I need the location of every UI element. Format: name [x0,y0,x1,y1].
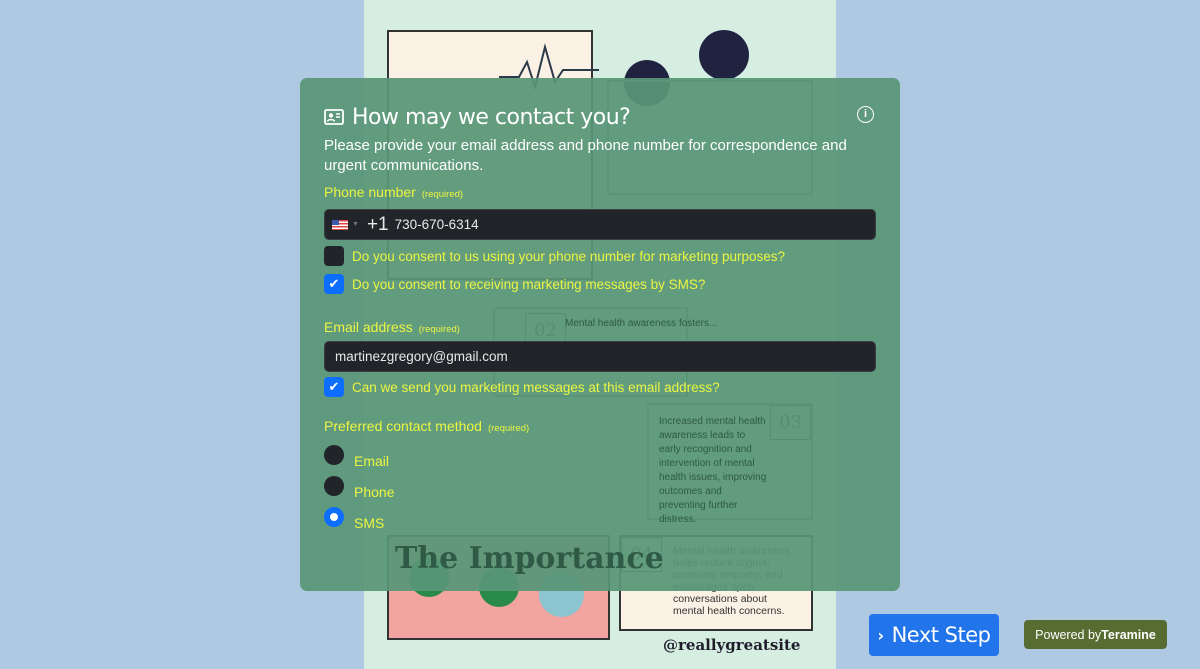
phone-input[interactable]: ▼ +1 730-670-6314 [324,209,876,240]
modal-title: How may we contact you? [352,104,631,130]
poster-handle: @reallygreatsite [663,636,801,654]
poster-item-text: Mental health awareness fosters... [565,318,718,329]
chevron-right-icon: › [877,625,884,645]
sms-consent-checkbox[interactable]: ✔ Do you consent to receiving marketing m… [324,271,876,297]
modal-description: Please provide your email address and ph… [324,137,847,174]
next-step-button[interactable]: › Next Step [869,614,999,656]
phone-label: Phone number (required) [324,184,464,200]
email-consent-checkbox[interactable]: ✔ Can we send you marketing messages at t… [324,374,876,400]
poster-illustration [699,30,749,80]
powered-by-badge[interactable]: Powered by Teramine [1024,620,1167,649]
us-flag-icon[interactable] [332,219,348,230]
phone-marketing-consent-checkbox[interactable]: Do you consent to us using your phone nu… [324,243,876,269]
phone-value: 730-670-6314 [394,217,479,232]
poster-title: The Importance [395,541,664,576]
contact-modal: How may we contact you? i Please provide… [300,78,900,591]
check-icon: ✔ [324,274,344,294]
contact-method-label: Preferred contact method (required) [324,418,530,434]
info-icon[interactable]: i [857,106,874,123]
radio-sms[interactable]: SMS [324,504,876,535]
radio-email[interactable]: Email [324,442,876,473]
check-icon: ✔ [324,377,344,397]
radio-phone[interactable]: Phone [324,473,876,504]
dial-code: +1 [366,213,389,235]
email-input[interactable]: martinezgregory@gmail.com [324,341,876,372]
poster-item-text: Increased mental health awareness leads … [659,416,767,525]
contact-card-icon [324,109,344,125]
chevron-down-icon[interactable]: ▼ [352,221,359,228]
